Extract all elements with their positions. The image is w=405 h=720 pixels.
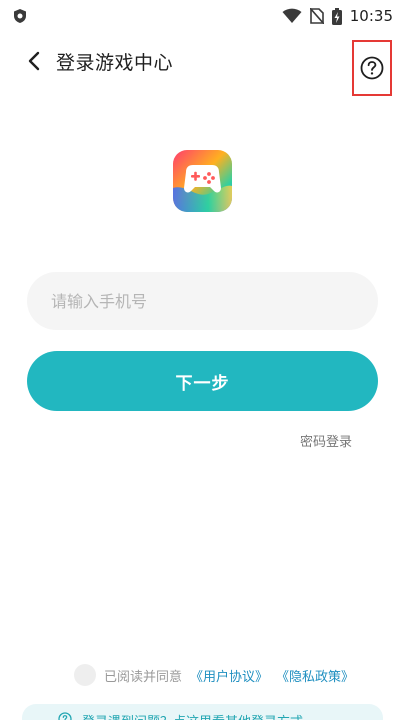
phone-number-input[interactable] — [27, 272, 378, 330]
agreement-prefix: 已阅读并同意 — [104, 669, 183, 685]
app-bar: 登录游戏中心 — [0, 36, 405, 96]
back-button[interactable] — [20, 47, 48, 75]
battery-charging-icon — [331, 7, 342, 25]
no-sim-icon — [309, 8, 324, 24]
agreement-row: 已阅读并同意 《用户协议》 《隐私政策》 — [74, 664, 354, 686]
wifi-icon — [282, 8, 302, 23]
agree-checkbox[interactable] — [74, 664, 96, 686]
login-help-banner[interactable]: 登录遇到问题？点这里看其他登录方式 — [22, 704, 383, 720]
login-help-text: 登录遇到问题？点这里看其他登录方式 — [60, 711, 303, 720]
password-login-link[interactable]: 密码登录 — [300, 431, 352, 450]
next-step-button[interactable]: 下一步 — [27, 351, 378, 411]
page-title: 登录游戏中心 — [56, 52, 174, 74]
status-left — [12, 8, 28, 24]
app-shield-icon — [14, 9, 26, 23]
status-bar: 10:35 — [0, 0, 405, 32]
status-right: 10:35 — [282, 7, 393, 25]
gamepad-icon — [173, 150, 232, 212]
status-time: 10:35 — [349, 7, 393, 25]
user-agreement-link[interactable]: 《用户协议》 — [190, 666, 268, 685]
question-circle-icon — [360, 56, 384, 80]
privacy-policy-link[interactable]: 《隐私政策》 — [276, 666, 354, 685]
help-button[interactable] — [352, 40, 392, 96]
help-circle-icon — [58, 712, 72, 720]
game-center-logo — [173, 150, 232, 212]
chevron-left-icon — [28, 51, 40, 71]
